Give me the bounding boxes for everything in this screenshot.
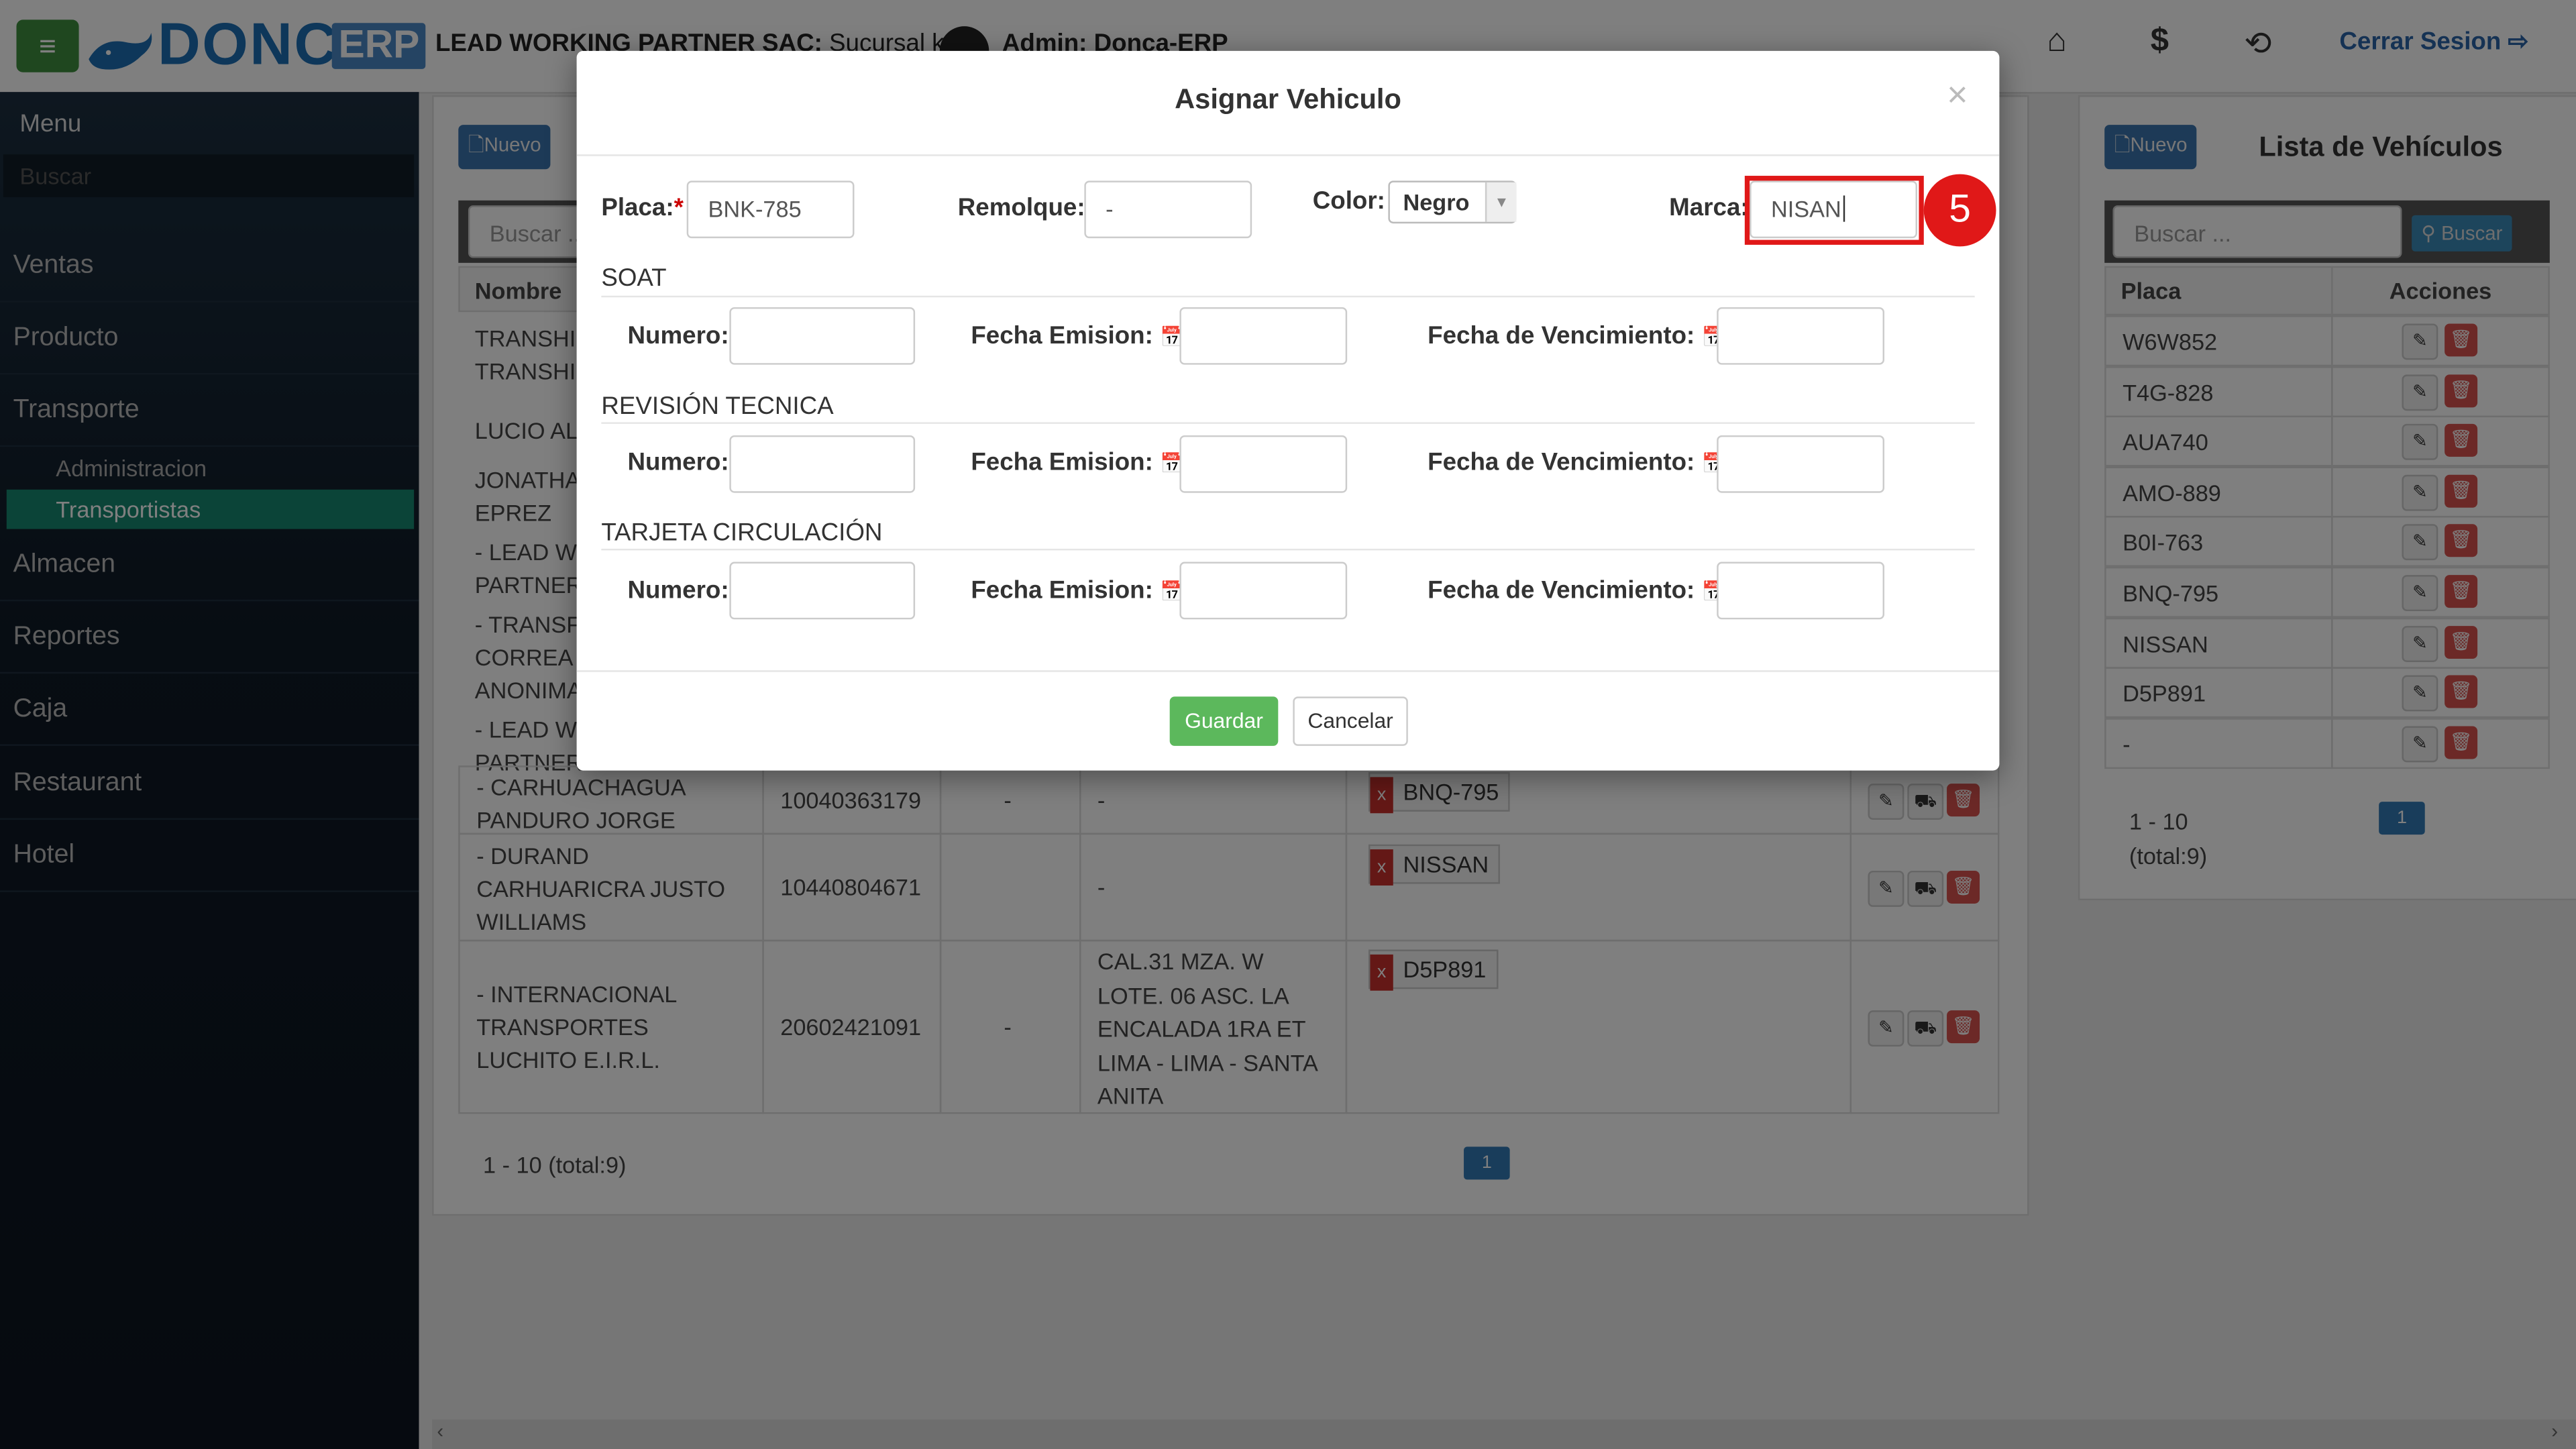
section-revision-title: REVISIÓN TECNICA bbox=[601, 392, 834, 421]
section-soat-title: SOAT bbox=[601, 264, 667, 292]
tarjeta-vencimiento-input[interactable] bbox=[1717, 561, 1885, 620]
divider bbox=[576, 154, 2000, 156]
tarjeta-vencimiento-label-text: Fecha de Vencimiento: bbox=[1428, 576, 1695, 605]
modal-title: Asignar Vehiculo bbox=[1175, 83, 1401, 115]
annotation-highlight-box bbox=[1744, 176, 1924, 245]
cancel-button[interactable]: Cancelar bbox=[1293, 696, 1408, 746]
close-icon[interactable]: × bbox=[1947, 74, 1968, 117]
required-mark: * bbox=[674, 193, 684, 222]
soat-vencimiento-input[interactable] bbox=[1717, 307, 1885, 365]
soat-emision-label: Fecha Emision: 📅 bbox=[971, 322, 1184, 350]
revision-numero-label: Numero: bbox=[627, 448, 729, 477]
soat-vencimiento-label: Fecha de Vencimiento: 📅 bbox=[1428, 322, 1726, 350]
divider bbox=[576, 670, 2000, 672]
remolque-label: Remolque: bbox=[957, 193, 1085, 222]
soat-numero-label: Numero: bbox=[627, 322, 729, 350]
placa-label: Placa:* bbox=[601, 194, 684, 222]
soat-emision-label-text: Fecha Emision: bbox=[971, 322, 1153, 350]
revision-numero-input[interactable] bbox=[729, 435, 916, 493]
divider bbox=[601, 548, 1975, 551]
tarjeta-numero-label: Numero: bbox=[627, 576, 729, 605]
soat-numero-input[interactable] bbox=[729, 307, 916, 365]
revision-emision-label-text: Fecha Emision: bbox=[971, 448, 1153, 477]
color-label: Color: bbox=[1312, 187, 1385, 215]
revision-emision-label: Fecha Emision: 📅 bbox=[971, 449, 1184, 477]
assign-vehicle-modal: Asignar Vehiculo × Placa:* BNK-785 Remol… bbox=[576, 50, 2000, 771]
chevron-down-icon: ▼ bbox=[1485, 182, 1517, 222]
annotation-step-badge: 5 bbox=[1923, 174, 1996, 247]
placa-input[interactable]: BNK-785 bbox=[686, 180, 855, 239]
placa-label-text: Placa: bbox=[601, 193, 674, 222]
tarjeta-emision-input[interactable] bbox=[1179, 561, 1348, 620]
save-button[interactable]: Guardar bbox=[1169, 696, 1279, 746]
tarjeta-numero-input[interactable] bbox=[729, 561, 916, 620]
soat-vencimiento-label-text: Fecha de Vencimiento: bbox=[1428, 322, 1695, 350]
section-tarjeta-title: TARJETA CIRCULACIÓN bbox=[601, 519, 883, 547]
color-selected-value: Negro bbox=[1403, 189, 1470, 215]
remolque-input[interactable]: - bbox=[1084, 180, 1252, 239]
tarjeta-vencimiento-label: Fecha de Vencimiento: 📅 bbox=[1428, 577, 1726, 605]
tarjeta-emision-label-text: Fecha Emision: bbox=[971, 576, 1153, 605]
tarjeta-emision-label: Fecha Emision: 📅 bbox=[971, 577, 1184, 605]
soat-emision-input[interactable] bbox=[1179, 307, 1348, 365]
revision-emision-input[interactable] bbox=[1179, 435, 1348, 493]
marca-label: Marca: bbox=[1669, 193, 1749, 222]
color-select[interactable]: Negro ▼ bbox=[1388, 180, 1517, 224]
revision-vencimiento-label: Fecha de Vencimiento: 📅 bbox=[1428, 449, 1726, 477]
revision-vencimiento-label-text: Fecha de Vencimiento: bbox=[1428, 448, 1695, 477]
divider bbox=[601, 295, 1975, 298]
divider bbox=[601, 422, 1975, 424]
revision-vencimiento-input[interactable] bbox=[1717, 435, 1885, 493]
